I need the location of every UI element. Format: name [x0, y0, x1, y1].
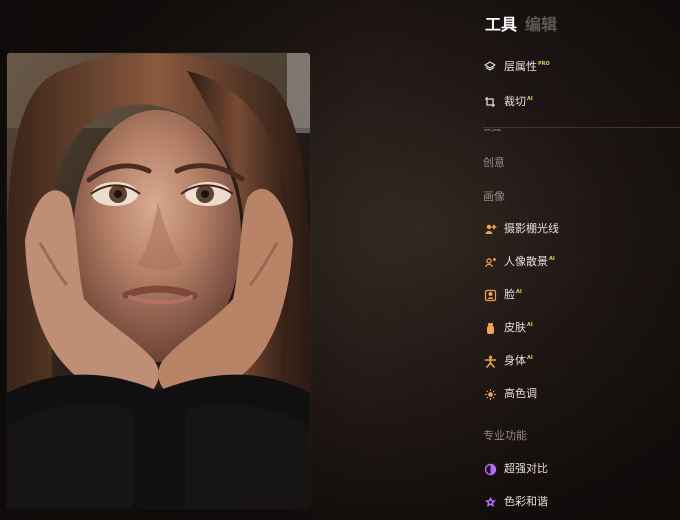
ai-badge: AI — [527, 321, 533, 328]
portrait-bokeh-label: 人像散景 — [504, 255, 548, 268]
skin-label: 皮肤 — [504, 321, 526, 334]
ai-badge: AI — [527, 354, 533, 361]
contrast-icon — [483, 462, 497, 476]
pro-badge: PRO — [538, 60, 550, 67]
super-contrast-label: 超强对比 — [504, 462, 548, 475]
high-key-label: 高色调 — [504, 387, 537, 400]
crop-tool[interactable]: 裁切 AI — [483, 92, 533, 112]
high-key-tool[interactable]: 高色调 — [483, 384, 537, 404]
layers-icon — [483, 60, 497, 74]
portrait-image — [7, 53, 310, 508]
high-key-icon — [483, 387, 497, 401]
face-icon — [483, 288, 497, 302]
tab-tools[interactable]: 工具 — [485, 11, 517, 35]
layer-properties-label: 层属性 — [504, 60, 537, 73]
body-tool[interactable]: 身体 AI — [483, 351, 533, 371]
crop-label: 裁切 — [504, 95, 526, 108]
skin-tool[interactable]: 皮肤 AI — [483, 318, 533, 338]
layer-properties-tool[interactable]: 层属性 PRO — [483, 57, 550, 77]
super-contrast-tool[interactable]: 超强对比 — [483, 459, 548, 479]
portrait-photo[interactable] — [7, 53, 310, 508]
panel-divider — [482, 127, 680, 128]
panel-tabs: 工具 编辑 — [485, 11, 557, 35]
body-icon — [483, 354, 497, 368]
studio-light-icon — [483, 222, 497, 236]
tools-panel: 工具 编辑 层属性 PRO 裁切 AI ᴬᴾᴾᴸʸᴮᵁᴺᴵ 创意 画像 摄影棚光… — [474, 0, 680, 520]
creative-section-heading: 创意 — [483, 156, 505, 169]
color-harmony-icon — [483, 495, 497, 509]
skin-icon — [483, 321, 497, 335]
ai-badge: AI — [549, 255, 555, 262]
professional-section-heading: 专业功能 — [483, 429, 527, 442]
studio-light-label: 摄影棚光线 — [504, 222, 559, 235]
app-window: 工具 编辑 层属性 PRO 裁切 AI ᴬᴾᴾᴸʸᴮᵁᴺᴵ 创意 画像 摄影棚光… — [0, 0, 680, 520]
portrait-bokeh-tool[interactable]: 人像散景 AI — [483, 252, 555, 272]
body-label: 身体 — [504, 354, 526, 367]
color-harmony-tool[interactable]: 色彩和谐 — [483, 492, 548, 512]
portrait-bokeh-icon — [483, 255, 497, 269]
ai-badge: AI — [527, 95, 533, 102]
portrait-section-heading: 画像 — [483, 190, 505, 203]
face-label: 脸 — [504, 288, 515, 301]
tab-edit[interactable]: 编辑 — [525, 11, 557, 35]
ai-badge: AI — [516, 288, 522, 295]
studio-light-tool[interactable]: 摄影棚光线 — [483, 219, 559, 239]
face-tool[interactable]: 脸 AI — [483, 285, 522, 305]
crop-icon — [483, 95, 497, 109]
small-caption: ᴬᴾᴾᴸʸᴮᵁᴺᴵ — [484, 129, 502, 135]
color-harmony-label: 色彩和谐 — [504, 495, 548, 508]
